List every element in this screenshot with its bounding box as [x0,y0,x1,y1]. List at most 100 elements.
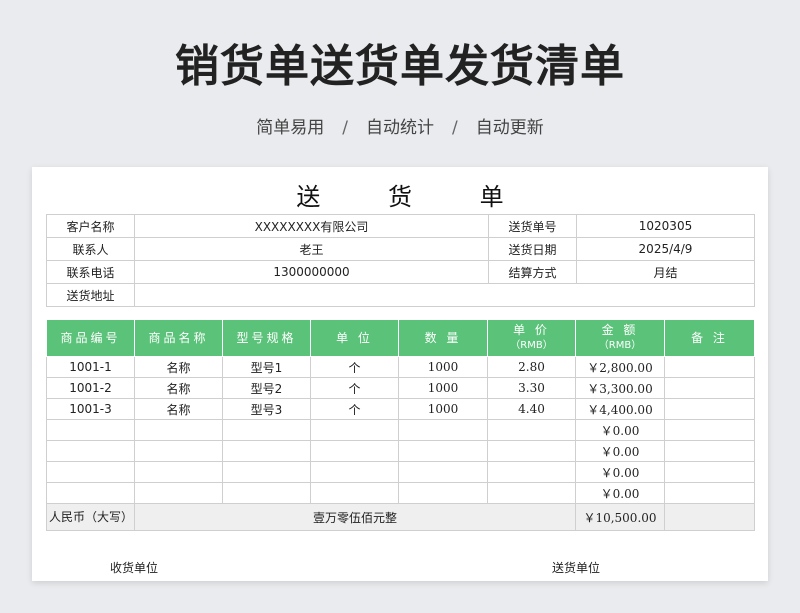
subtitle-separator: / [342,118,348,138]
cell-code[interactable]: 1001-3 [46,398,135,420]
goods-header-row: 商品编号 商品名称 型号规格 单 位 数 量 单 价 （RMB） 金 额 （RMB）… [46,319,755,357]
cell-qty[interactable]: 1000 [398,377,488,399]
table-row: 1001-2 名称 型号2 个 1000 3.30 ￥3,300.00 [46,377,755,399]
col-header-unit: 单 位 [310,319,399,357]
cell-unit[interactable] [310,440,399,462]
subtitle-separator: / [452,118,458,138]
col-header-amount: 金 额 （RMB） [575,319,665,357]
cell-price[interactable] [487,440,576,462]
table-row: 1001-1 名称 型号1 个 1000 2.80 ￥2,800.00 [46,356,755,378]
order-no-value[interactable]: 1020305 [576,214,755,238]
cell-price[interactable]: 4.40 [487,398,576,420]
col-header-code: 商品编号 [46,319,135,357]
cell-name[interactable]: 名称 [134,398,223,420]
cell-name[interactable] [134,419,223,441]
cell-qty[interactable] [398,482,488,504]
info-row: 客户名称 XXXXXXXX有限公司 送货单号 1020305 [46,214,755,238]
cell-unit[interactable]: 个 [310,398,399,420]
cell-price[interactable] [487,461,576,483]
cell-code[interactable] [46,419,135,441]
cell-code[interactable]: 1001-2 [46,377,135,399]
cell-amount[interactable]: ￥3,300.00 [575,377,665,399]
cell-note[interactable] [664,377,755,399]
cell-price[interactable]: 2.80 [487,356,576,378]
amount-label: 金 额 [601,323,639,337]
cell-qty[interactable] [398,461,488,483]
cell-note[interactable] [664,356,755,378]
cell-qty[interactable] [398,419,488,441]
cell-note[interactable] [664,440,755,462]
col-header-model: 型号规格 [222,319,311,357]
cell-model[interactable]: 型号1 [222,356,311,378]
cell-name[interactable] [134,461,223,483]
settle-label: 结算方式 [488,260,577,284]
cell-unit[interactable] [310,461,399,483]
cell-note[interactable] [664,482,755,504]
subtitle: 简单易用 / 自动统计 / 自动更新 [0,113,800,138]
sender-label: 送货单位 [552,561,601,575]
cell-model[interactable] [222,461,311,483]
settle-value[interactable]: 月结 [576,260,755,284]
cell-amount[interactable]: ￥4,400.00 [575,398,665,420]
cell-code[interactable] [46,461,135,483]
cell-price[interactable] [487,482,576,504]
cell-qty[interactable]: 1000 [398,398,488,420]
cell-note[interactable] [664,419,755,441]
cell-code[interactable]: 1001-1 [46,356,135,378]
table-row: ￥0.00 [46,482,755,504]
cell-amount[interactable]: ￥2,800.00 [575,356,665,378]
cell-name[interactable]: 名称 [134,377,223,399]
subtitle-item: 简单易用 [256,118,325,138]
cell-model[interactable]: 型号3 [222,398,311,420]
cell-amount[interactable]: ￥0.00 [575,482,665,504]
cell-note[interactable] [664,461,755,483]
cell-code[interactable] [46,440,135,462]
customer-value[interactable]: XXXXXXXX有限公司 [134,214,489,238]
cell-model[interactable] [222,482,311,504]
cell-unit[interactable]: 个 [310,356,399,378]
page-title: 销货单送货单发货清单 [175,41,625,92]
cell-model[interactable]: 型号2 [222,377,311,399]
info-row: 联系人 老王 送货日期 2025/4/9 [46,237,755,261]
cell-amount[interactable]: ￥0.00 [575,419,665,441]
cell-qty[interactable] [398,440,488,462]
cell-unit[interactable]: 个 [310,377,399,399]
cell-note[interactable] [664,398,755,420]
cell-name[interactable] [134,440,223,462]
total-row: 人民币（大写） 壹万零伍佰元整 ￥10,500.00 [46,503,755,531]
cell-price[interactable]: 3.30 [487,377,576,399]
info-row: 联系电话 1300000000 结算方式 月结 [46,260,755,284]
cell-qty[interactable]: 1000 [398,356,488,378]
document-title: 送 货 单 [296,183,534,211]
contact-label: 联系人 [46,237,135,261]
date-value[interactable]: 2025/4/9 [576,237,755,261]
cell-amount[interactable]: ￥0.00 [575,440,665,462]
table-row: 1001-3 名称 型号3 个 1000 4.40 ￥4,400.00 [46,398,755,420]
total-note[interactable] [664,503,755,531]
cell-model[interactable] [222,440,311,462]
cell-price[interactable] [487,419,576,441]
contact-value[interactable]: 老王 [134,237,489,261]
cell-amount[interactable]: ￥0.00 [575,461,665,483]
cell-model[interactable] [222,419,311,441]
cell-unit[interactable] [310,419,399,441]
phone-value[interactable]: 1300000000 [134,260,489,284]
phone-label: 联系电话 [46,260,135,284]
col-header-qty: 数 量 [398,319,488,357]
col-header-name: 商品名称 [134,319,223,357]
table-row: ￥0.00 [46,419,755,441]
subtitle-item: 自动统计 [366,118,434,138]
cell-name[interactable]: 名称 [134,356,223,378]
price-label: 单 价 [513,323,550,337]
cell-name[interactable] [134,482,223,504]
total-amount: ￥10,500.00 [575,503,665,531]
price-unit: （RMB） [510,340,553,351]
goods-table: 商品编号 商品名称 型号规格 单 位 数 量 单 价 （RMB） 金 额 （RMB）… [46,319,755,531]
cell-code[interactable] [46,482,135,504]
address-value[interactable] [134,283,755,307]
address-label: 送货地址 [46,283,135,307]
cell-unit[interactable] [310,482,399,504]
receiver-label: 收货单位 [110,561,159,575]
total-label: 人民币（大写） [46,503,135,531]
info-table: 客户名称 XXXXXXXX有限公司 送货单号 1020305 联系人 老王 送货… [46,214,755,307]
